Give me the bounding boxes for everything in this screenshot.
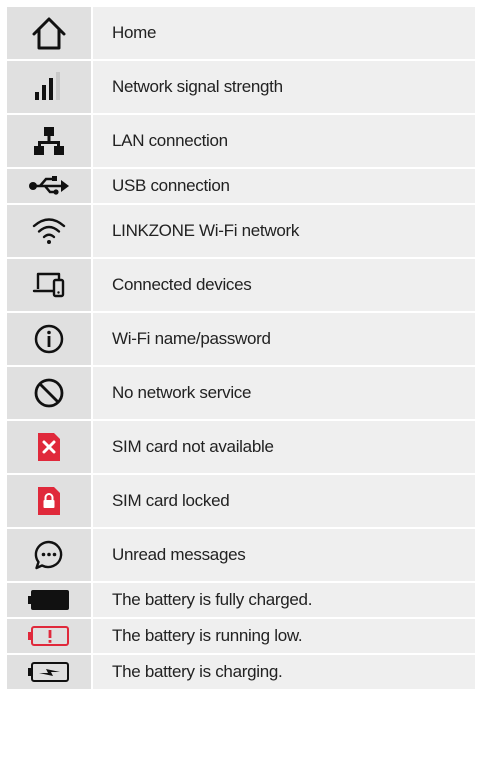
connected-devices-icon xyxy=(32,272,65,298)
sim-locked-icon xyxy=(38,487,60,515)
row-label: The battery is running low. xyxy=(91,619,475,653)
usb-icon xyxy=(29,176,69,195)
table-row: LINKZONE Wi-Fi network xyxy=(7,203,475,257)
row-label: No network service xyxy=(91,367,475,419)
row-label: Wi-Fi name/password xyxy=(91,313,475,365)
table-row: Network signal strength xyxy=(7,59,475,113)
sim-unavailable-icon xyxy=(38,433,60,461)
row-label: Connected devices xyxy=(91,259,475,311)
row-label: USB connection xyxy=(91,169,475,203)
row-label: Home xyxy=(91,7,475,59)
table-row: SIM card not available xyxy=(7,419,475,473)
no-service-icon xyxy=(34,378,64,408)
table-row: Unread messages xyxy=(7,527,475,581)
signal-strength-icon xyxy=(35,72,60,100)
table-row: LAN connection xyxy=(7,113,475,167)
row-label: Unread messages xyxy=(91,529,475,581)
battery-charging-icon xyxy=(28,662,69,682)
row-label: The battery is charging. xyxy=(91,655,475,689)
message-icon xyxy=(34,540,63,570)
row-label: SIM card locked xyxy=(91,475,475,527)
battery-low-icon xyxy=(28,626,69,646)
table-row: The battery is charging. xyxy=(7,653,475,689)
lan-icon xyxy=(34,127,64,155)
row-label: SIM card not available xyxy=(91,421,475,473)
icon-legend-table: Home Network signal strength LAN connect… xyxy=(7,7,475,689)
table-row: USB connection xyxy=(7,167,475,203)
table-row: SIM card locked xyxy=(7,473,475,527)
table-row: The battery is running low. xyxy=(7,617,475,653)
row-label: LINKZONE Wi-Fi network xyxy=(91,205,475,257)
table-row: Wi-Fi name/password xyxy=(7,311,475,365)
home-icon xyxy=(32,17,66,50)
table-row: Home xyxy=(7,7,475,59)
battery-full-icon xyxy=(28,590,69,610)
wifi-icon xyxy=(32,218,66,244)
row-label: Network signal strength xyxy=(91,61,475,113)
table-row: The battery is fully charged. xyxy=(7,581,475,617)
row-label: The battery is fully charged. xyxy=(91,583,475,617)
row-label: LAN connection xyxy=(91,115,475,167)
table-row: Connected devices xyxy=(7,257,475,311)
table-row: No network service xyxy=(7,365,475,419)
info-icon xyxy=(34,324,64,354)
